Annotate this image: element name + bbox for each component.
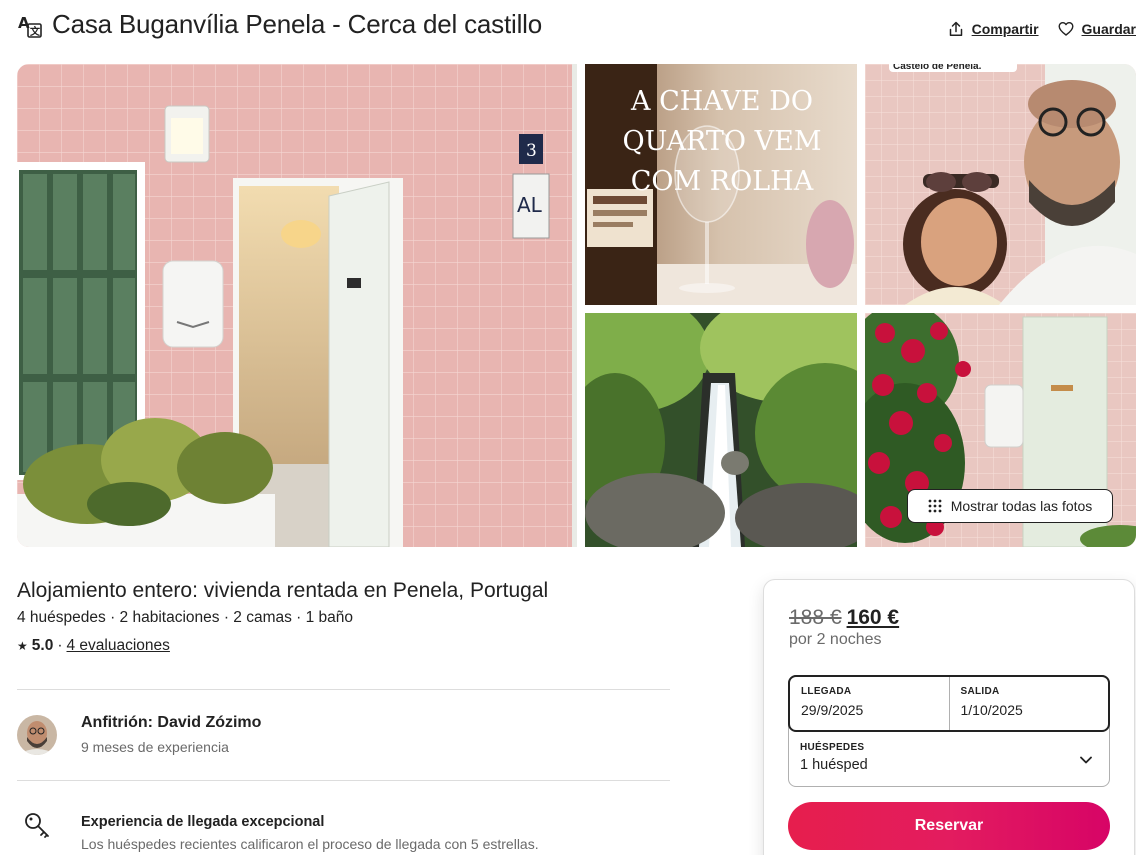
listing-type-title: Alojamiento entero: vivienda rentada en …	[17, 579, 549, 602]
photo-wine-glass[interactable]: A CHAVE DO QUARTO VEM COM ROLHA	[585, 64, 857, 305]
price-row: 188 € 160 €	[789, 606, 899, 630]
host-avatar[interactable]	[17, 715, 57, 755]
show-all-photos-button[interactable]: Mostrar todas las fotos	[907, 489, 1113, 523]
share-button[interactable]: Compartir	[948, 21, 1039, 37]
divider	[17, 689, 670, 690]
host-experience: 9 meses de experiencia	[81, 739, 229, 755]
checkout-field[interactable]: SALIDA 1/10/2025	[948, 677, 1109, 730]
date-picker: LLEGADA 29/9/2025 SALIDA 1/10/2025	[788, 675, 1110, 732]
rating-summary: ★ 5.0 · 4 evaluaciones	[17, 637, 170, 655]
grid-icon	[928, 499, 942, 513]
wine-overlay-line-3: COM ROLHA	[631, 166, 814, 197]
wine-overlay-line-2: QUARTO VEM	[623, 126, 822, 157]
current-price[interactable]: 160 €	[847, 606, 900, 630]
listing-details: 4 huéspedes · 2 habitaciones · 2 camas ·…	[17, 609, 354, 626]
save-button[interactable]: Guardar	[1058, 21, 1136, 37]
page-title: Casa Buganvília Penela - Cerca del casti…	[52, 9, 542, 39]
heart-icon	[1058, 22, 1074, 36]
svg-text:文: 文	[30, 25, 41, 38]
rating-separator: ·	[57, 637, 63, 654]
host-name[interactable]: Anfitrión: David Zózimo	[81, 714, 261, 732]
reserve-button[interactable]: Reservar	[788, 802, 1110, 850]
share-icon	[949, 21, 962, 36]
booking-inputs: LLEGADA 29/9/2025 SALIDA 1/10/2025 HUÉSP…	[788, 675, 1110, 787]
photo-gallery: 3 AL A CHAVE DO QUARTO VEM COM ROLHA Cas…	[17, 64, 1136, 547]
svg-text:3: 3	[526, 141, 537, 161]
wine-overlay-line-1: A CHAVE DO	[630, 86, 813, 117]
guests-select[interactable]: HUÉSPEDES 1 huésped	[789, 732, 1109, 787]
header-actions: Compartir Guardar	[948, 18, 1136, 40]
checkout-value: 1/10/2025	[960, 702, 1023, 718]
divider	[17, 780, 670, 781]
svg-text:AL: AL	[517, 193, 543, 217]
rating-value: 5.0	[31, 637, 54, 654]
key-icon	[25, 813, 49, 838]
reviews-link[interactable]: 4 evaluaciones	[67, 637, 170, 655]
guests-label: HUÉSPEDES	[800, 742, 865, 753]
listing-header: A 文 Casa Buganvília Penela - Cerca del c…	[0, 0, 1136, 56]
original-price: 188 €	[789, 606, 842, 629]
guests-value: 1 huésped	[800, 757, 868, 773]
booking-card: 188 € 160 € por 2 noches LLEGADA 29/9/20…	[763, 579, 1135, 855]
price-period: por 2 noches	[789, 631, 882, 648]
share-label: Compartir	[971, 21, 1039, 37]
checkin-field[interactable]: LLEGADA 29/9/2025	[790, 677, 949, 730]
photo-waterfall[interactable]	[585, 313, 857, 547]
photo-entrance-door[interactable]: 3 AL	[17, 64, 577, 547]
highlight-description: Los huéspedes recientes calificaron el p…	[81, 836, 539, 852]
couple-overlay-text: Castelo de Penela.	[893, 64, 982, 72]
checkin-value: 29/9/2025	[801, 702, 864, 718]
save-label: Guardar	[1081, 21, 1136, 37]
show-all-photos-label: Mostrar todas las fotos	[950, 498, 1093, 514]
checkout-label: SALIDA	[960, 686, 1000, 697]
translate-icon[interactable]: A 文	[17, 13, 43, 39]
highlight-title: Experiencia de llegada excepcional	[81, 814, 325, 830]
checkin-label: LLEGADA	[801, 686, 852, 697]
star-icon: ★	[17, 639, 28, 653]
photo-couple-selfie[interactable]: Castelo de Penela.	[865, 64, 1136, 305]
chevron-down-icon	[1080, 756, 1092, 764]
